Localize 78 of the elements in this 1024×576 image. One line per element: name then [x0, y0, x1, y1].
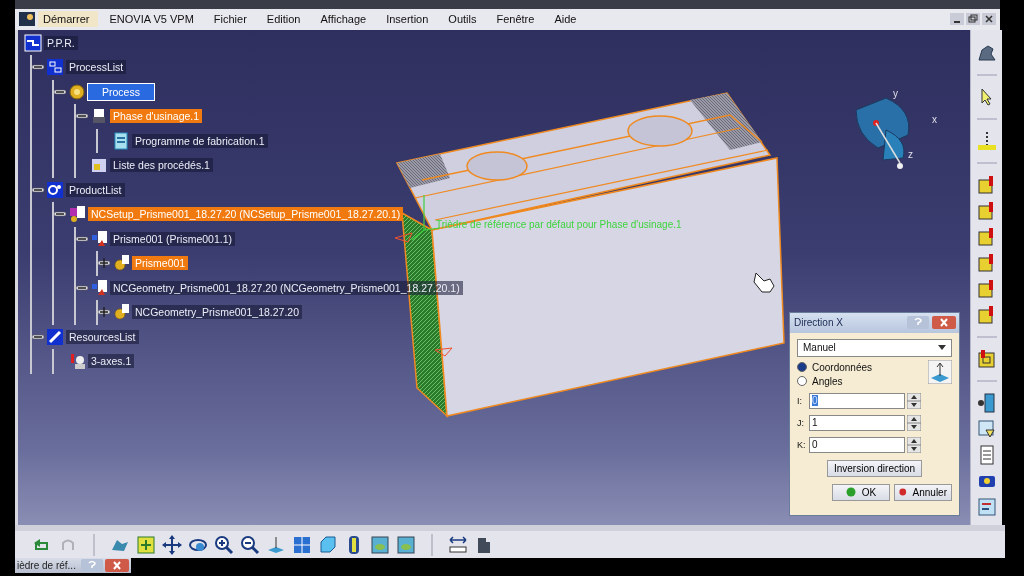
axis-label: y — [893, 87, 898, 99]
gear-icon — [68, 82, 86, 101]
3d-viewport[interactable] — [15, 29, 970, 525]
tool-axis-icon[interactable] — [975, 129, 998, 152]
film-strip-icon[interactable] — [975, 391, 998, 414]
window-title: ièdre de réf... — [17, 560, 76, 572]
menu-item[interactable]: ENOVIA V5 VPM — [104, 11, 203, 28]
spinner-icon[interactable] — [907, 414, 921, 431]
gear-icon — [112, 254, 130, 273]
menu-item[interactable]: Outils — [443, 11, 486, 28]
dot-icon — [899, 487, 907, 498]
minimize-icon[interactable] — [950, 13, 964, 26]
gear-icon — [112, 303, 130, 322]
invert-direction-button[interactable]: Inversion direction — [826, 459, 923, 477]
tree-item[interactable]: Process — [88, 83, 154, 100]
tree-item[interactable]: ResourcesList — [66, 329, 139, 344]
menu-item[interactable]: Démarrer — [38, 11, 99, 28]
zoom-in-icon[interactable] — [213, 533, 235, 556]
menu-item[interactable]: Aide — [549, 11, 586, 28]
coordinate-field[interactable]: 1 — [809, 414, 905, 431]
menu-item[interactable]: Fenêtre — [491, 11, 544, 28]
node-icon — [24, 33, 42, 52]
tree-item[interactable]: NCGeometry_Prisme001_18.27.20 (NCGeometry_Prisme001_18.27.20.1) — [110, 280, 463, 295]
tree-item[interactable]: Liste des procédés.1 — [110, 158, 213, 173]
tree-item[interactable]: NCGeometry_Prisme001_18.27.20 — [132, 305, 302, 320]
form-icon[interactable] — [975, 495, 998, 518]
tree-item[interactable]: ProductList — [66, 182, 125, 197]
node-icon — [46, 180, 64, 199]
tree-item[interactable]: ProcessList — [66, 60, 127, 75]
menu-item[interactable]: Affichage — [315, 11, 376, 28]
expand-toggle[interactable] — [98, 306, 110, 319]
ok-button[interactable]: OK — [832, 483, 890, 501]
cube-icon[interactable] — [317, 533, 339, 556]
list-arrow-icon[interactable] — [975, 417, 998, 440]
document-icon — [112, 131, 130, 150]
zoom-out-icon[interactable] — [239, 533, 261, 556]
compass-drawing[interactable] — [855, 97, 910, 169]
menu-item[interactable]: Insertion — [381, 11, 438, 28]
image-icon[interactable] — [395, 533, 417, 556]
node-icon — [90, 107, 108, 126]
ruler-icon[interactable] — [447, 533, 469, 556]
node-icon — [68, 205, 86, 224]
radio-option[interactable]: Coordonnées — [797, 361, 873, 373]
axis-label: x — [932, 113, 937, 125]
tree-item[interactable]: P.P.R. — [44, 35, 78, 50]
dot-icon — [845, 487, 856, 498]
menu-item[interactable]: Fichier — [208, 11, 256, 28]
field-label: K: — [797, 439, 807, 450]
restore-icon[interactable] — [966, 13, 980, 26]
axis-label: z — [908, 148, 913, 160]
frame-arrow-icon[interactable] — [975, 347, 998, 370]
tree-item[interactable]: Programme de fabrication.1 — [132, 133, 268, 148]
radio-option[interactable]: Angles — [797, 375, 873, 387]
caret-icon[interactable] — [938, 345, 946, 351]
node-icon — [90, 156, 108, 175]
node-icon — [90, 229, 108, 248]
hand-cursor-icon — [753, 272, 775, 293]
field-label: I: — [797, 395, 803, 406]
fit-all-icon[interactable] — [135, 533, 157, 556]
plane-normal-button[interactable] — [928, 359, 952, 384]
spinner-icon[interactable] — [907, 436, 921, 453]
expand-toggle[interactable] — [98, 257, 110, 270]
pan-icon[interactable] — [161, 533, 183, 556]
cancel-button[interactable]: Annuler — [894, 483, 952, 501]
node-icon — [90, 278, 108, 297]
mode-dropdown[interactable]: Manuel — [797, 338, 952, 357]
field-label: J: — [797, 417, 805, 428]
menu-item[interactable]: Edition — [261, 11, 310, 28]
tree-item[interactable]: 3-axes.1 — [88, 354, 135, 369]
start-icon[interactable] — [19, 12, 35, 27]
image-icon[interactable] — [369, 533, 391, 556]
node-icon — [46, 58, 64, 77]
node-icon — [46, 327, 64, 346]
spinner-icon[interactable] — [907, 392, 921, 409]
close-icon[interactable] — [982, 13, 996, 26]
coordinate-field[interactable]: 0 — [809, 436, 905, 453]
tree-item[interactable]: Prisme001 (Prisme001.1) — [110, 231, 236, 246]
dialog-title: Direction X — [794, 317, 843, 329]
